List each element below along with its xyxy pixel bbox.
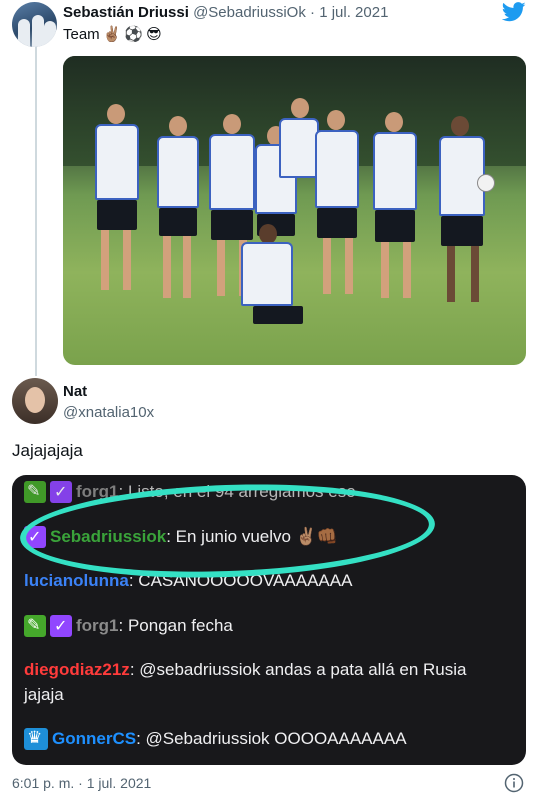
author-handle[interactable]: @SebadriussiOk: [193, 4, 306, 21]
author-name[interactable]: Sebastián Driussi: [63, 4, 189, 21]
chat-username: GonnerCS: [52, 729, 137, 748]
tweet-header: Sebastián Driussi @SebadriussiOk · 1 jul…: [63, 4, 388, 21]
chat-text: : Pongan fecha: [118, 616, 233, 635]
chat-username: forg1: [76, 616, 119, 635]
tweet-date[interactable]: 1 jul. 2021: [319, 4, 388, 21]
tweet-text: Team ✌🏽 ⚽ 😎: [63, 26, 162, 43]
moderator-badge-icon: [24, 481, 46, 503]
verified-badge-icon: [50, 481, 72, 503]
chat-message-continuation: jajaja: [24, 685, 64, 705]
chat-screenshot[interactable]: forg1 : Listo, en el 94 arreglamos eso S…: [12, 475, 526, 765]
avatar-nat[interactable]: [12, 378, 58, 424]
chat-text: : @sebadriussiok andas a pata allá en Ru…: [129, 660, 467, 679]
chat-text: : @Sebadriussiok OOOOAAAAAAA: [136, 729, 407, 748]
chat-message: diegodiaz21z : @sebadriussiok andas a pa…: [24, 660, 467, 680]
twitter-logo-icon: [502, 2, 526, 22]
reply-author-name[interactable]: Nat: [63, 383, 87, 400]
prime-crown-badge-icon: [24, 728, 48, 750]
thread-line: [35, 46, 37, 376]
info-icon[interactable]: [504, 773, 524, 793]
reply-timestamp[interactable]: 6:01 p. m. · 1 jul. 2021: [12, 775, 151, 791]
chat-text: jajaja: [24, 685, 64, 704]
sunglasses-emoji: 😎: [146, 26, 162, 43]
tweet-body: Team: [63, 26, 100, 43]
soccer-ball: [477, 174, 495, 192]
separator: ·: [310, 4, 316, 21]
chat-username: lucianolunna: [24, 571, 129, 590]
verified-badge-icon: [50, 615, 72, 637]
chat-message: forg1 : Pongan fecha: [24, 615, 233, 637]
soccer-ball-emoji: ⚽: [124, 26, 144, 43]
avatar-sebastian[interactable]: [12, 2, 57, 47]
reply-author-handle[interactable]: @xnatalia10x: [63, 404, 154, 421]
tweet-photo[interactable]: [63, 56, 526, 365]
chat-message: GonnerCS : @Sebadriussiok OOOOAAAAAAA: [24, 728, 407, 750]
moderator-badge-icon: [24, 615, 46, 637]
victory-hand-emoji: ✌🏽: [102, 26, 122, 43]
reply-text: Jajajajaja: [12, 441, 83, 460]
chat-username: diegodiaz21z: [24, 660, 130, 679]
